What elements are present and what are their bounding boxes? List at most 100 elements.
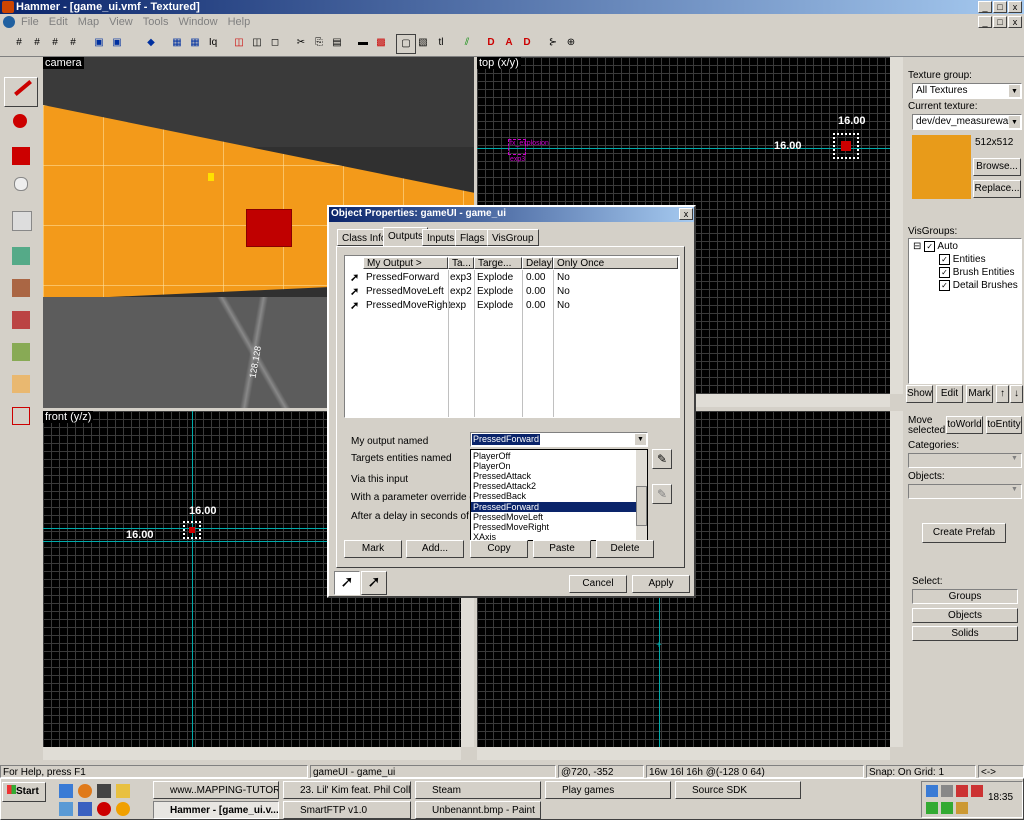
texture-group-select[interactable]: All Textures ▼: [912, 83, 1022, 99]
output-dropdown-list[interactable]: PlayerOff PlayerOn PressedAttack Pressed…: [470, 449, 648, 541]
minimize-button[interactable]: _: [978, 1, 992, 13]
tab-visgroup[interactable]: VisGroup: [487, 229, 539, 246]
objects-select[interactable]: ▼: [908, 484, 1022, 499]
to-entity-button[interactable]: toEntity: [986, 416, 1022, 434]
tray-icon[interactable]: [941, 802, 953, 814]
table-row[interactable]: ➚ PressedForward exp3 Explode 0.00 No: [346, 271, 678, 285]
replace-button[interactable]: Replace...: [973, 180, 1021, 198]
tray-icon[interactable]: [926, 785, 938, 797]
outputs-list[interactable]: My Output > Ta... Targe... Delay Only On…: [344, 255, 680, 418]
start-button[interactable]: Start: [2, 782, 46, 802]
to-world-button[interactable]: toWorld: [946, 416, 983, 434]
compass-icon[interactable]: ⊕: [562, 34, 580, 52]
grid-dots-icon[interactable]: #: [46, 34, 64, 52]
quicklaunch-icon[interactable]: [116, 784, 130, 798]
cancel-button[interactable]: Cancel: [569, 575, 627, 593]
camera-tool-icon[interactable]: [4, 141, 38, 171]
close-button[interactable]: x: [1008, 1, 1022, 13]
ungroup-icon[interactable]: ▣: [108, 34, 126, 52]
grid-toggle-icon[interactable]: #: [10, 34, 28, 52]
selection-icon[interactable]: ▬: [354, 34, 372, 52]
quicklaunch-icon[interactable]: [78, 802, 92, 816]
carve-icon[interactable]: ◫: [230, 34, 248, 52]
maximize-button[interactable]: □: [993, 1, 1007, 13]
top-viewport-hscroll[interactable]: [696, 394, 890, 407]
magnify-tool-icon[interactable]: [4, 109, 38, 139]
top-selected-entity[interactable]: [833, 133, 859, 159]
arrow-down-icon[interactable]: ↓: [1010, 385, 1023, 403]
taskbar-item-smartftp[interactable]: SmartFTP v1.0: [283, 801, 411, 819]
menu-view[interactable]: View: [104, 14, 138, 30]
dropdown-option[interactable]: PressedAttack: [471, 471, 638, 481]
tray-icon[interactable]: [956, 785, 968, 797]
to-entity-icon[interactable]: ◻: [266, 34, 284, 52]
decal-tool-icon[interactable]: [4, 305, 38, 335]
apply-current-texture-icon[interactable]: [4, 273, 38, 303]
vertex-icon[interactable]: ⫽: [458, 34, 476, 52]
texture-app-icon[interactable]: ▦: [186, 34, 204, 52]
pick-target-eyedropper-icon[interactable]: ✎: [652, 449, 672, 469]
tray-icon[interactable]: [926, 802, 938, 814]
current-texture-select[interactable]: dev/dev_measurewall0 ▼: [912, 114, 1022, 130]
select-solids-button[interactable]: Solids: [912, 626, 1018, 641]
taskbar-item-paint[interactable]: Unbenannt.bmp - Paint: [415, 801, 541, 819]
dropdown-option[interactable]: PlayerOn: [471, 461, 638, 471]
tab-inputs[interactable]: Inputs: [422, 229, 460, 246]
grid-3d-icon[interactable]: #: [28, 34, 46, 52]
menu-help[interactable]: Help: [223, 14, 256, 30]
front-viewport-hscroll[interactable]: [43, 747, 461, 760]
quicklaunch-icon[interactable]: [116, 802, 130, 816]
menu-edit[interactable]: Edit: [44, 14, 73, 30]
doc-close-button[interactable]: x: [1008, 16, 1022, 28]
select-box-icon[interactable]: ▢: [396, 34, 416, 54]
checkbox-checked-icon[interactable]: ✓: [939, 267, 950, 278]
dialog-close-button[interactable]: x: [679, 208, 693, 220]
col-only-once[interactable]: Only Once: [553, 257, 678, 269]
mark-button[interactable]: Mark: [344, 540, 402, 558]
texture-tool-icon[interactable]: tl: [432, 34, 450, 52]
chevron-down-icon[interactable]: ▼: [635, 434, 646, 445]
doc-restore-button[interactable]: □: [993, 16, 1007, 28]
tray-icon[interactable]: [971, 785, 983, 797]
incoming-connections-icon[interactable]: ➚: [361, 571, 387, 595]
paste-button[interactable]: Paste: [533, 540, 591, 558]
dropdown-option[interactable]: PlayerOff: [471, 451, 638, 461]
dropdown-option[interactable]: PressedAttack2: [471, 481, 638, 491]
tray-icon[interactable]: [956, 802, 968, 814]
menu-file[interactable]: File: [16, 14, 44, 30]
delete-button[interactable]: Delete: [596, 540, 654, 558]
browse-button[interactable]: Browse...: [973, 158, 1021, 176]
dropdown-option[interactable]: PressedBack: [471, 491, 638, 501]
visgroup-detail-brushes[interactable]: ✓ Detail Brushes: [939, 280, 1018, 291]
arrow-up-icon[interactable]: ↑: [996, 385, 1009, 403]
taskbar-item-music[interactable]: 23. Lil' Kim feat. Phil Collin...: [283, 781, 411, 799]
checkbox-checked-icon[interactable]: ✓: [939, 280, 950, 291]
quicklaunch-icon[interactable]: [97, 802, 111, 816]
entity-sprite[interactable]: [208, 173, 214, 181]
block-tool-icon[interactable]: [4, 205, 38, 235]
dropdown-option[interactable]: PressedMoveRight: [471, 522, 638, 532]
check-icon[interactable]: D: [518, 34, 536, 52]
col-target-input[interactable]: Targe...: [474, 257, 522, 269]
texture-preview[interactable]: [912, 135, 971, 199]
dropdown-option[interactable]: PressedMoveLeft: [471, 512, 638, 522]
front-selected-entity[interactable]: [183, 521, 201, 539]
categories-select[interactable]: ▼: [908, 453, 1022, 468]
table-row[interactable]: ➚ PressedMoveRight exp Explode 0.00 No: [346, 299, 678, 313]
speaker-icon[interactable]: [941, 785, 953, 797]
run-map-icon[interactable]: D: [482, 34, 500, 52]
visgroup-mark-button[interactable]: Mark: [966, 385, 993, 403]
entity-tool-icon[interactable]: [4, 173, 38, 203]
red-cube[interactable]: [246, 209, 292, 247]
taskbar-item-hammer[interactable]: Hammer - [game_ui.v...: [153, 801, 279, 819]
top-viewport-vscroll[interactable]: [890, 57, 903, 394]
visgroups-tree[interactable]: ⊟ ✓ Auto ✓ Entities ✓ Brush Entities ✓ D…: [908, 238, 1022, 384]
apply-button[interactable]: Apply: [632, 575, 690, 593]
grid-larger-icon[interactable]: #: [64, 34, 82, 52]
side-viewport-hscroll[interactable]: [477, 747, 890, 760]
create-prefab-button[interactable]: Create Prefab: [922, 523, 1006, 543]
checkbox-checked-icon[interactable]: ✓: [924, 241, 936, 252]
taskbar-item-play-games[interactable]: Play games: [545, 781, 671, 799]
outgoing-connections-icon[interactable]: ➚: [334, 571, 360, 595]
cut-icon[interactable]: ✂: [292, 34, 310, 52]
